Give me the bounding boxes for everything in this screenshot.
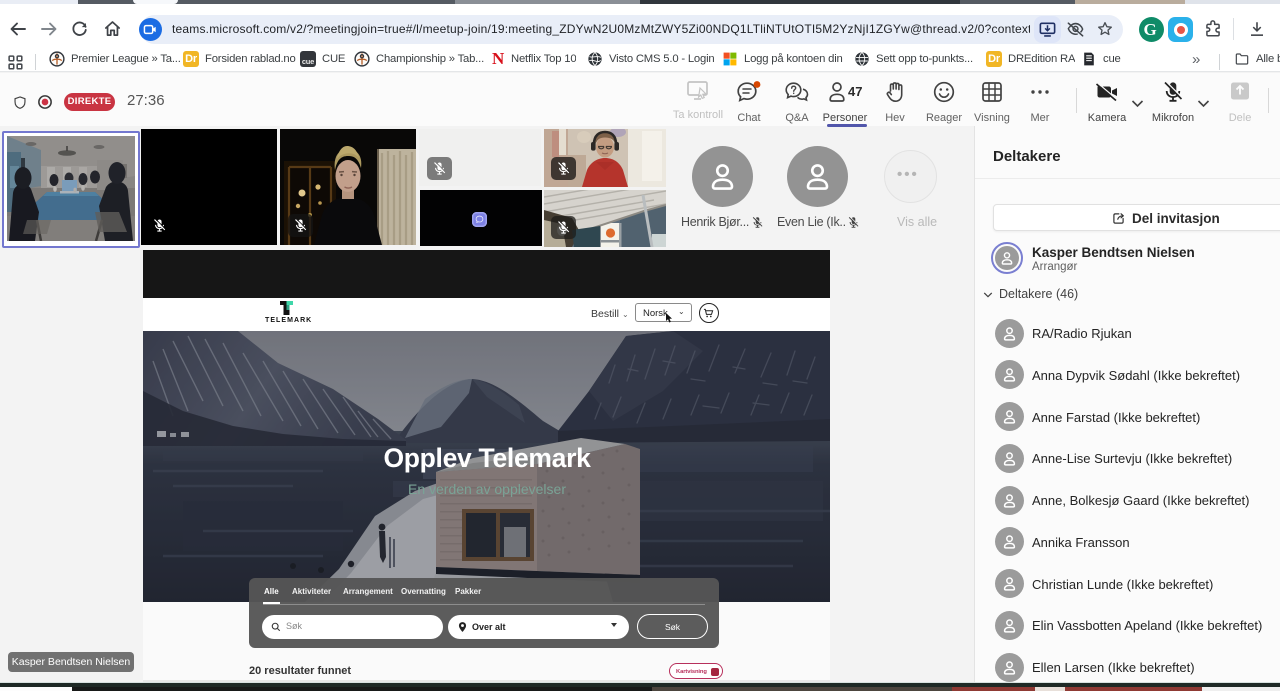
svg-text:47: 47 <box>848 84 862 99</box>
svg-text:Opplev Telemark: Opplev Telemark <box>383 443 591 473</box>
svg-text:En verden av opplevelser: En verden av opplevelser <box>408 481 566 497</box>
